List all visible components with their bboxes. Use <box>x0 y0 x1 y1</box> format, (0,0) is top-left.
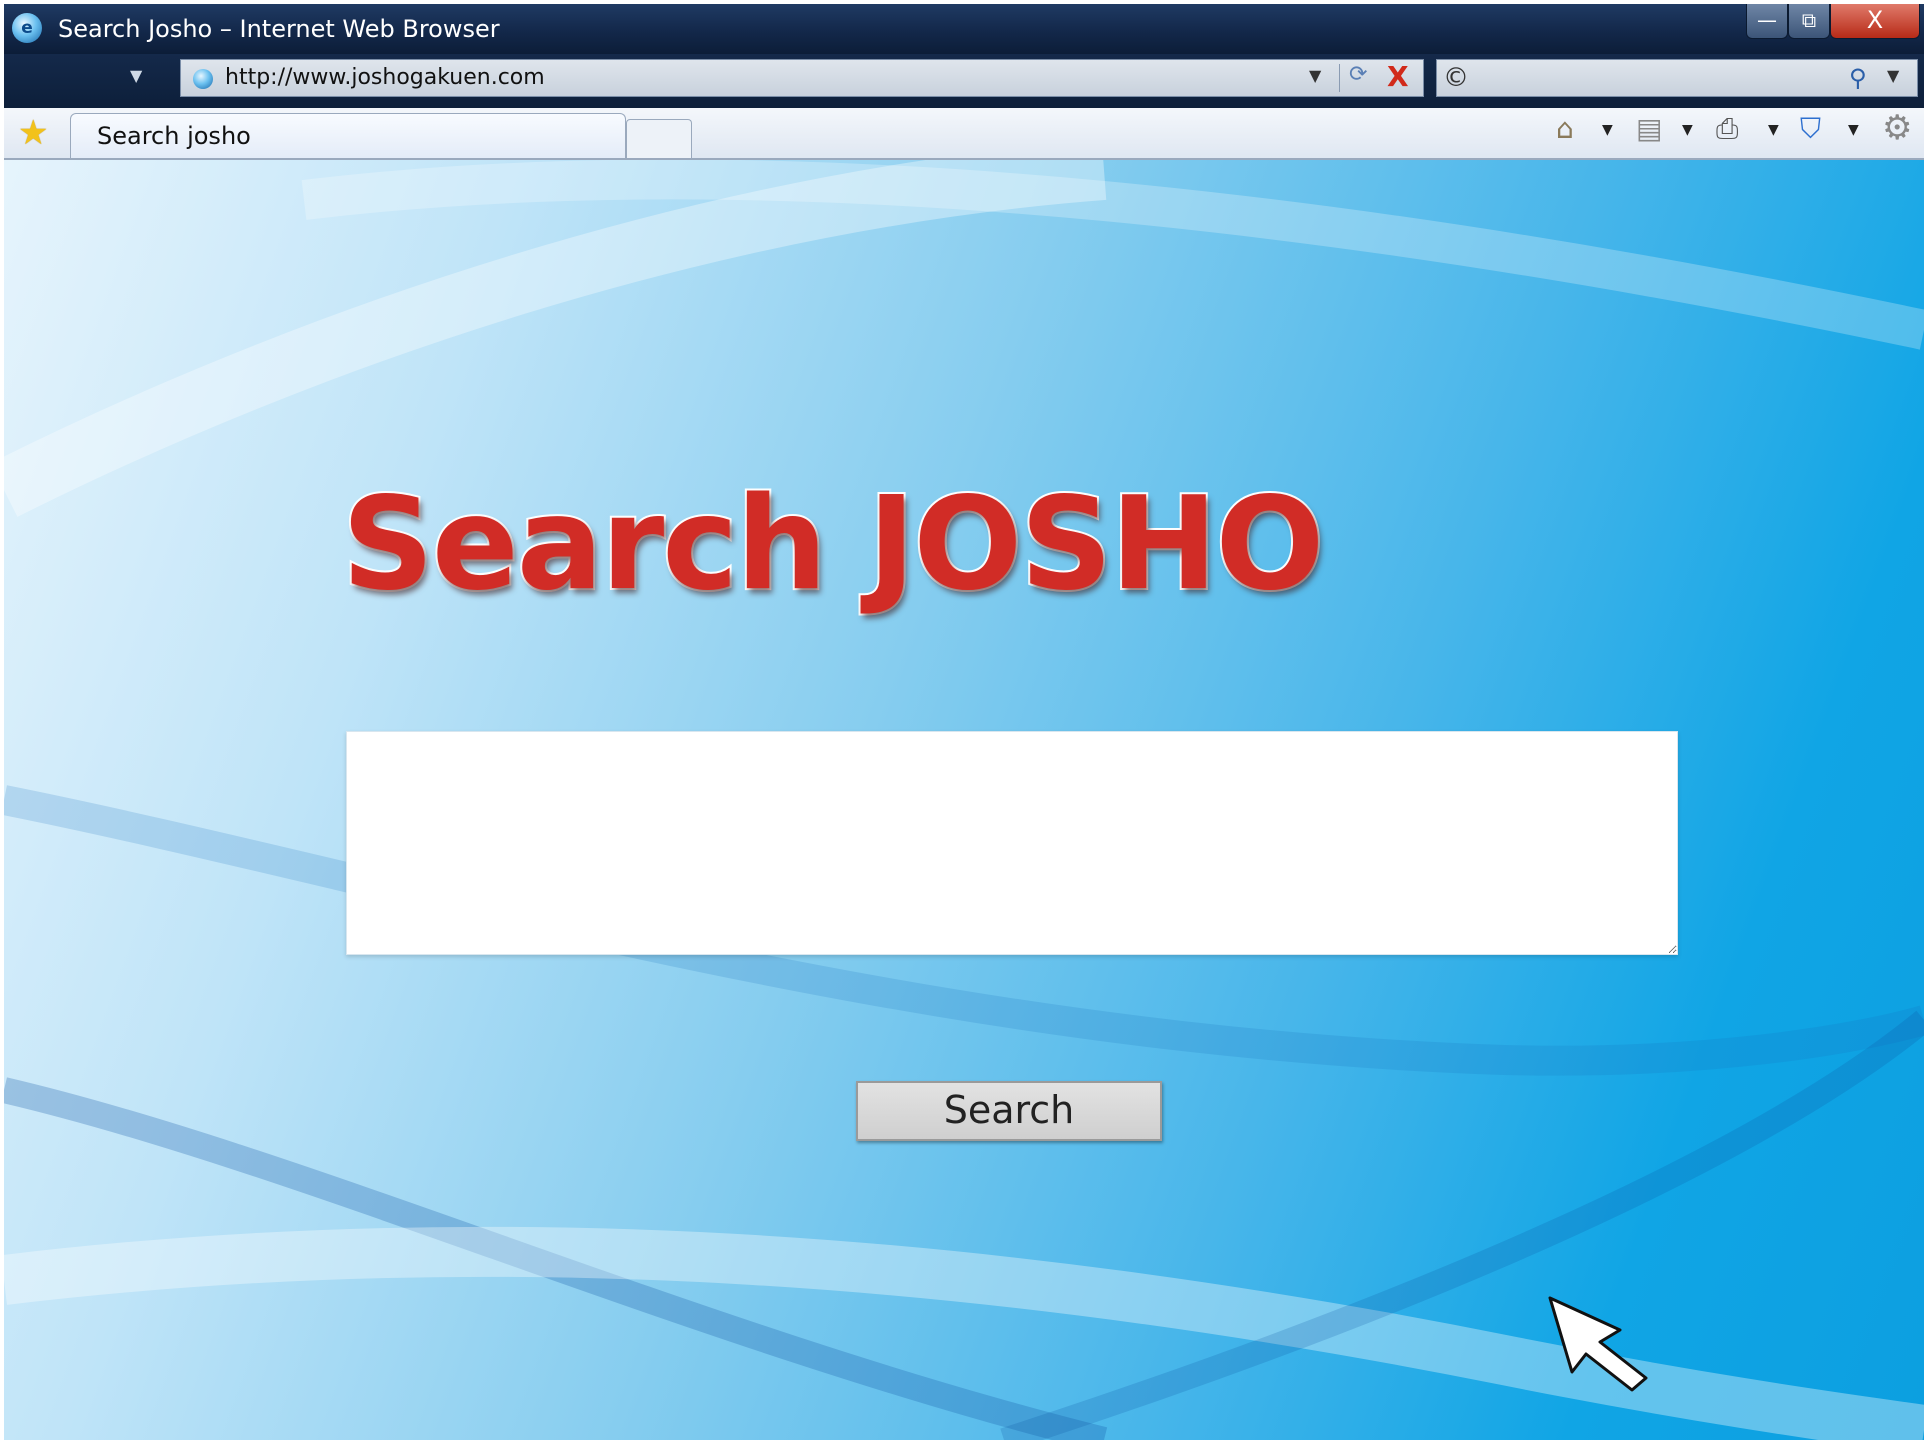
stop-icon[interactable]: X <box>1387 60 1409 93</box>
page-content: Search JOSHO Search <box>4 160 1924 1440</box>
minimize-button[interactable]: — <box>1746 4 1788 39</box>
mouse-pointer-icon <box>1548 1296 1648 1392</box>
favorites-star-icon[interactable]: ★ <box>18 113 48 153</box>
home-icon[interactable]: ⌂ <box>1556 112 1574 145</box>
safety-dropdown-icon[interactable]: ▼ <box>1848 122 1859 138</box>
navigation-bar: ▼ ▼ ⟳ X © ⚲ ▼ <box>4 54 1924 108</box>
recent-pages-dropdown-icon[interactable]: ▼ <box>130 66 142 85</box>
refresh-icon[interactable]: ⟳ <box>1349 62 1367 87</box>
address-separator <box>1339 64 1340 92</box>
tab-search-josho[interactable]: Search josho <box>70 113 626 158</box>
new-tab-button[interactable] <box>626 119 692 158</box>
address-bar: ▼ ⟳ X <box>180 59 1424 97</box>
print-dropdown-icon[interactable]: ▼ <box>1768 122 1779 138</box>
tab-bar: ★ Search josho ⌂ ▼ ▤ ▼ ⎙ ▼ ⛉ ▼ ⚙ <box>4 108 1924 160</box>
feeds-icon[interactable]: ▤ <box>1636 112 1662 145</box>
address-input[interactable] <box>225 60 1265 96</box>
search-options-dropdown-icon[interactable]: ▼ <box>1887 66 1899 85</box>
safety-shield-icon[interactable]: ⛉ <box>1800 112 1821 146</box>
browser-window: e Search Josho – Internet Web Browser — … <box>4 4 1924 1440</box>
print-icon[interactable]: ⎙ <box>1716 112 1738 146</box>
feeds-dropdown-icon[interactable]: ▼ <box>1682 122 1693 138</box>
browser-logo-icon: e <box>12 13 42 43</box>
tab-label: Search josho <box>97 122 251 150</box>
title-bar: e Search Josho – Internet Web Browser — … <box>4 4 1924 54</box>
window-title: Search Josho – Internet Web Browser <box>58 15 500 43</box>
browser-search-box[interactable]: © ⚲ ▼ <box>1436 59 1918 97</box>
page-title: Search JOSHO <box>340 468 1327 621</box>
search-provider-icon[interactable]: © <box>1443 63 1469 93</box>
gear-icon[interactable]: ⚙ <box>1882 108 1912 148</box>
search-query-input[interactable] <box>346 731 1678 955</box>
search-icon[interactable]: ⚲ <box>1849 64 1867 92</box>
search-button[interactable]: Search <box>856 1081 1162 1141</box>
site-favicon-icon <box>193 69 213 89</box>
maximize-button[interactable]: ⧉ <box>1788 4 1830 39</box>
home-dropdown-icon[interactable]: ▼ <box>1602 122 1613 138</box>
close-button[interactable]: X <box>1830 4 1920 39</box>
address-dropdown-icon[interactable]: ▼ <box>1309 66 1321 85</box>
